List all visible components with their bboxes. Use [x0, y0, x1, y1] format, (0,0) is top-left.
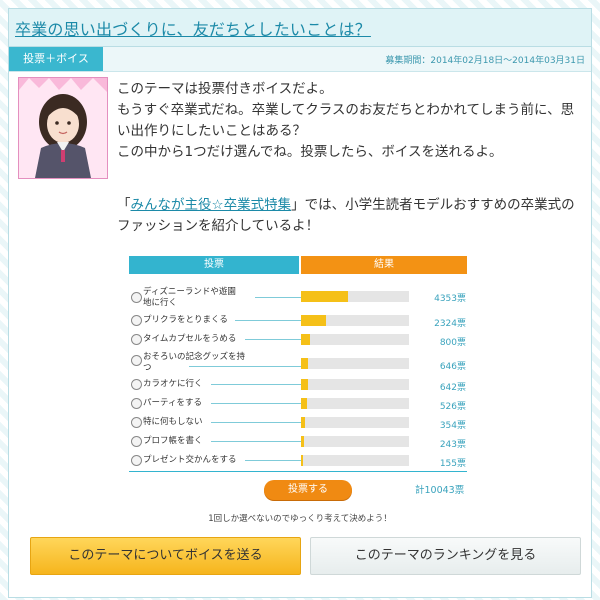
option-radio[interactable] — [131, 355, 142, 366]
option-label: プロフ帳を書く — [143, 436, 203, 446]
result-bar-fill — [301, 334, 310, 345]
connector-line — [211, 441, 301, 442]
option-label: タイムカプセルをうめる — [143, 334, 237, 344]
theme-description: このテーマは投票付きボイスだよ。 もうすぐ卒業式だね。卒業してクラスのお友だちと… — [117, 79, 587, 163]
recruitment-period: 募集期間：2014年02月18日〜2014年03月31日 — [385, 56, 585, 66]
connector-line — [245, 460, 301, 461]
vote-count: 4353票 — [434, 294, 466, 304]
total-votes: 計10043票 — [415, 485, 465, 496]
result-bar-fill — [301, 455, 303, 466]
vote-count: 800票 — [439, 338, 466, 348]
option-label: おそろいの記念グッズを持つ — [143, 352, 246, 373]
result-column-header: 結果 — [301, 256, 467, 274]
option-radio[interactable] — [131, 292, 142, 303]
option-label: ディズニーランドや遊園地に行く — [143, 287, 236, 308]
result-bar-track — [301, 417, 409, 428]
title-bar: 卒業の思い出づくりに、友だちとしたいことは？ — [9, 9, 591, 47]
feature-link[interactable]: みんなが主役☆卒業式特集 — [131, 197, 292, 213]
connector-line — [211, 403, 301, 404]
result-bar-track — [301, 398, 409, 409]
connector-line — [255, 297, 301, 298]
promo-bracket-open: 「 — [117, 197, 131, 213]
sub-bar: 投票＋ボイス 募集期間：2014年02月18日〜2014年03月31日 — [9, 47, 591, 72]
connector-line — [245, 339, 301, 340]
vote-button[interactable]: 投票する — [264, 480, 352, 500]
vote-hint: 1回しか選べないのでゆっくり考えて決めよう！ — [208, 514, 392, 524]
theme-panel: 卒業の思い出づくりに、友だちとしたいことは？ 投票＋ボイス 募集期間：2014年… — [8, 8, 592, 598]
vote-column-header: 投票 — [129, 256, 299, 274]
model-photo-illustration — [19, 78, 107, 178]
result-bar-track — [301, 358, 409, 369]
poll-options: ディズニーランドや遊園地に行く 4353票 プリクラをとりまくる 2324票 タ… — [129, 279, 469, 469]
vote-count: 2324票 — [434, 319, 466, 329]
result-bar-fill — [301, 315, 326, 326]
model-photo — [18, 77, 108, 179]
option-radio[interactable] — [131, 315, 142, 326]
option-label: 特に何もしない — [143, 417, 203, 427]
vote-count: 646票 — [439, 362, 466, 372]
vote-count: 526票 — [439, 402, 466, 412]
intro-line-3: この中から1つだけ選んでね。投票したら、ボイスを送れるよ。 — [117, 144, 503, 160]
option-label: カラオケに行く — [143, 379, 203, 389]
result-bar-fill — [301, 398, 307, 409]
result-bar-track — [301, 291, 409, 302]
page-title[interactable]: 卒業の思い出づくりに、友だちとしたいことは？ — [15, 16, 371, 40]
option-radio[interactable] — [131, 417, 142, 428]
vote-count: 642票 — [439, 383, 466, 393]
option-radio[interactable] — [131, 334, 142, 345]
result-bar-fill — [301, 436, 304, 447]
option-radio[interactable] — [131, 379, 142, 390]
result-bar-track — [301, 436, 409, 447]
connector-line — [211, 384, 301, 385]
option-radio[interactable] — [131, 436, 142, 447]
result-bar-fill — [301, 358, 308, 369]
poll-divider — [129, 471, 467, 472]
send-voice-button[interactable]: このテーマについてボイスを送る — [30, 537, 301, 575]
intro-line-2: もうすぐ卒業式だね。卒業してクラスのお友だちとわかれてしまう前に、思い出作りにし… — [117, 102, 575, 139]
result-bar-fill — [301, 379, 308, 390]
intro-line-1: このテーマは投票付きボイスだよ。 — [117, 81, 333, 97]
theme-type-badge: 投票＋ボイス — [9, 47, 103, 71]
vote-count: 354票 — [439, 421, 466, 431]
result-bar-fill — [301, 291, 348, 302]
result-bar-track — [301, 379, 409, 390]
result-bar-track — [301, 315, 409, 326]
option-radio[interactable] — [131, 398, 142, 409]
option-label: プリクラをとりまくる — [143, 315, 228, 325]
option-label: プレゼント交かんをする — [143, 455, 237, 465]
connector-line — [235, 320, 301, 321]
vote-count: 155票 — [439, 459, 466, 469]
result-bar-track — [301, 455, 409, 466]
option-radio[interactable] — [131, 455, 142, 466]
vote-count: 243票 — [439, 440, 466, 450]
promo-bracket-close: 」 — [291, 197, 305, 213]
result-bar-track — [301, 334, 409, 345]
connector-line — [189, 366, 301, 367]
option-label: パーティをする — [143, 398, 202, 408]
view-ranking-button[interactable]: このテーマのランキングを見る — [310, 537, 581, 575]
result-bar-fill — [301, 417, 305, 428]
connector-line — [211, 422, 301, 423]
feature-promo: 「みんなが主役☆卒業式特集」では、小学生読者モデルおすすめの卒業式のファッション… — [117, 195, 587, 237]
